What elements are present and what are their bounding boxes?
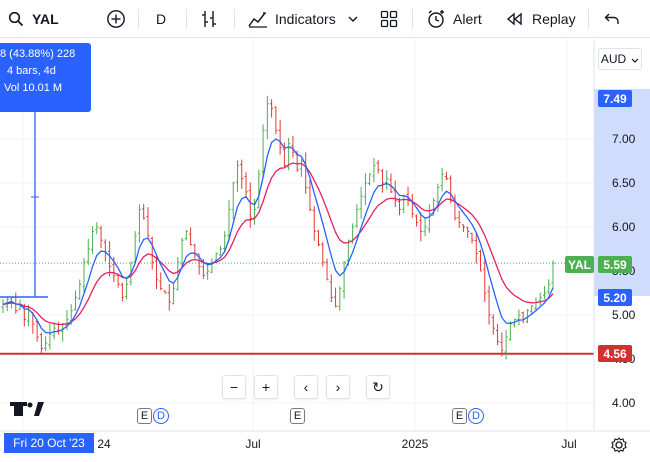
alert-label: Alert (453, 11, 482, 27)
indicators-button[interactable]: Indicators (248, 0, 368, 38)
measure-volume-text: Vol 10.01 M (4, 82, 63, 94)
replay-button[interactable]: Replay (506, 0, 578, 38)
toolbar-divider (186, 9, 187, 29)
top-toolbar: YAL D Indicators Alert Replay (0, 0, 650, 38)
price-tick-label: 6.00 (612, 220, 636, 234)
toolbar-divider (412, 9, 413, 29)
measure-high-price-tag: 7.49 (598, 90, 632, 107)
support-price-tag: 4.56 (598, 345, 632, 362)
measure-low-price-tag: 5.20 (598, 289, 632, 306)
gear-icon (610, 437, 628, 458)
dividend-event-badge[interactable]: D (153, 408, 169, 424)
reset-chart-button[interactable]: ↻ (366, 375, 390, 399)
measure-bars-text: 4 bars, 4d (7, 65, 56, 77)
zoom-out-button[interactable]: − (222, 375, 246, 399)
time-tick-label: 2025 (402, 437, 429, 451)
search-icon (8, 11, 24, 27)
undo-icon (604, 12, 620, 26)
toolbar-divider (234, 9, 235, 29)
chevron-down-icon (348, 16, 358, 22)
crosshair-date-tag: Fri 20 Oct '23 (4, 433, 94, 453)
zoom-in-button[interactable]: + (254, 375, 278, 399)
price-tick-label: 7.00 (612, 132, 636, 146)
time-tick-label: Jul (245, 437, 260, 451)
toolbar-divider (138, 9, 139, 29)
time-axis[interactable]: 24 Jul 2025 Jul (97, 437, 576, 451)
symbol-label: YAL (32, 11, 59, 27)
time-tick-label: 24 (97, 437, 111, 451)
symbol-search-button[interactable]: YAL (8, 0, 88, 38)
layouts-button[interactable] (380, 0, 400, 38)
last-price-tag: 5.59 (598, 256, 632, 273)
alert-button[interactable]: Alert (426, 0, 490, 38)
earnings-event-badge[interactable]: E (452, 408, 467, 424)
earnings-event-badge[interactable]: E (290, 408, 305, 424)
interval-button[interactable]: D (156, 0, 174, 38)
replay-label: Replay (532, 11, 576, 27)
scroll-forward-button[interactable]: › (326, 375, 350, 399)
indicators-label: Indicators (275, 11, 336, 27)
grid-layout-icon (380, 10, 398, 28)
alarm-clock-icon (426, 9, 446, 29)
bar-chart-type-icon (200, 9, 218, 29)
price-tick-label: 4.00 (612, 396, 636, 410)
add-circle-icon (106, 9, 126, 29)
event-marker-group[interactable]: E D (452, 408, 484, 424)
compare-button[interactable] (106, 0, 128, 38)
toolbar-divider (588, 9, 589, 29)
earnings-event-badge[interactable]: E (137, 408, 152, 424)
price-tick-label: 5.00 (612, 308, 636, 322)
event-marker-group[interactable]: E D (137, 408, 169, 424)
dividend-event-badge[interactable]: D (468, 408, 484, 424)
price-tick-label: 6.50 (612, 176, 636, 190)
price-chart[interactable]: 7.006.506.005.505.004.504.00 24Jul2025Ju… (0, 39, 650, 462)
symbol-price-label: YAL (565, 256, 594, 273)
chevron-down-icon (631, 52, 639, 66)
time-tick-label: Jul (561, 437, 576, 451)
undo-button[interactable] (604, 0, 622, 38)
chart-settings-button[interactable] (610, 436, 628, 454)
indicators-icon (248, 10, 268, 28)
measure-tooltip: 8 (43.88%) 228 4 bars, 4d Vol 10.01 M (0, 43, 91, 112)
scroll-back-button[interactable]: ‹ (294, 375, 318, 399)
currency-selector[interactable]: AUD (598, 48, 642, 70)
currency-label: AUD (600, 52, 627, 66)
event-marker-group[interactable]: E (290, 408, 305, 424)
measure-change-text: 8 (43.88%) 228 (0, 48, 76, 60)
rewind-icon (506, 12, 524, 26)
chart-type-button[interactable] (200, 0, 220, 38)
